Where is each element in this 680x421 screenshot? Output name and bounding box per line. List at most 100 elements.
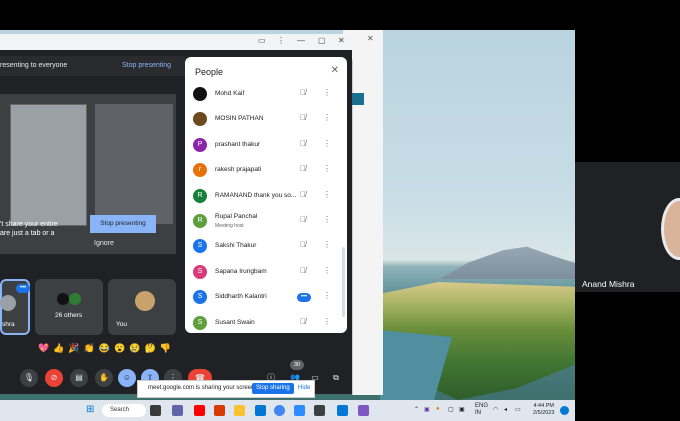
more-options-icon[interactable]: •••	[16, 284, 30, 293]
more-vert-icon[interactable]: ⋮	[323, 164, 331, 173]
share-warning-text: 't share your entire are just a tab or a	[0, 220, 58, 238]
more-vert-icon[interactable]: ⋮	[323, 190, 331, 199]
mic-off-icon: 🎙̸	[300, 113, 306, 123]
taskbar-search[interactable]: Search	[102, 404, 146, 417]
captions-icon[interactable]: ▤	[70, 369, 88, 387]
avatar	[135, 291, 155, 311]
person-name: Sakshi Thakur	[215, 242, 257, 250]
background-window-close-icon[interactable]: ✕	[367, 34, 374, 43]
more-vert-icon[interactable]: ⋮	[323, 266, 331, 275]
app-icon[interactable]	[337, 405, 348, 416]
avatar	[69, 293, 81, 305]
people-list-item[interactable]: Pprashant thakur 🎙̸ ⋮	[193, 134, 341, 158]
shared-screen-window-2	[95, 104, 173, 224]
self-tile[interactable]: ••• shra	[0, 279, 30, 335]
more-vert-icon[interactable]: ⋮	[323, 88, 331, 97]
more-vert-icon[interactable]: ⋮	[323, 113, 331, 122]
tray-app-icon-2[interactable]: ●	[436, 406, 440, 412]
cast-icon[interactable]: ▭	[258, 36, 266, 45]
more-vert-icon[interactable]: ⋮	[323, 139, 331, 148]
chrome-icon[interactable]	[274, 405, 285, 416]
avatar	[0, 295, 16, 311]
people-list-item[interactable]: MOSIN PATHAN 🎙̸ ⋮	[193, 108, 341, 132]
hand-icon[interactable]: ✋	[95, 369, 113, 387]
avatar: P	[193, 137, 207, 152]
people-list-item[interactable]: S Siddharth Kalantri ••• ⋮	[193, 286, 341, 310]
avatar: S	[193, 239, 207, 254]
window-close-icon[interactable]: ✕	[338, 36, 345, 45]
volume-icon[interactable]: ◂	[504, 406, 507, 413]
tray-app-icon-3[interactable]: ▢	[448, 406, 454, 413]
stop-sharing-button[interactable]: Stop sharing	[252, 383, 294, 394]
language-indicator[interactable]: ENG IN	[475, 403, 489, 417]
people-list-item[interactable]: S Susant Swain 🎙̸ ⋮	[193, 312, 341, 336]
avatar: S	[193, 264, 207, 279]
others-tile[interactable]: 26 others	[35, 279, 103, 335]
person-name: Siddharth Kalantri	[215, 293, 267, 301]
background-window-button[interactable]	[350, 93, 364, 105]
people-list-item[interactable]: S Sakshi Thakur 🎙̸ ⋮	[193, 235, 341, 259]
edge-icon[interactable]	[255, 405, 266, 416]
battery-icon[interactable]: ▭	[515, 406, 521, 413]
mic-off-icon: 🎙̸	[300, 88, 306, 97]
activities-icon[interactable]: ⧉	[327, 369, 345, 387]
teams-icon[interactable]	[172, 405, 183, 416]
tray-chevron-icon[interactable]: ⌃	[414, 406, 419, 413]
person-name: Rupal Panchal	[215, 213, 258, 220]
avatar: R	[193, 214, 207, 228]
minimize-icon[interactable]: —	[297, 36, 305, 45]
background-window[interactable]	[352, 30, 383, 395]
more-vert-icon[interactable]: ⋮	[277, 36, 285, 45]
tray-app-icon-4[interactable]: ▣	[459, 406, 465, 413]
person-name: rakesh prajapati	[215, 166, 262, 174]
person-name: MOSIN PATHAN	[215, 115, 264, 123]
presenting-text: resenting to everyone	[0, 62, 68, 69]
stop-presenting-link[interactable]: Stop presenting	[122, 62, 171, 69]
app-icon-2[interactable]	[358, 405, 369, 416]
wifi-icon[interactable]: ◠	[493, 406, 498, 413]
more-vert-icon[interactable]: ⋮	[323, 215, 331, 224]
emoji-icon[interactable]: ☺	[118, 369, 136, 387]
person-name: Mohd Kaif	[215, 90, 245, 97]
people-panel: People ✕ Mohd Kaif 🎙̸ ⋮ MOSIN PATHAN 🎙̸ ⋮ Ppra…	[185, 57, 347, 333]
zoom-icon[interactable]	[294, 405, 305, 416]
reactions-bar[interactable]: 💖👍🎉👏😂😮😢🤔👎	[38, 343, 175, 354]
clock[interactable]: 4:44 PM 2/5/2023	[533, 403, 554, 417]
more-vert-icon[interactable]: ⋮	[323, 240, 331, 249]
people-list-item[interactable]: Mohd Kaif 🎙̸ ⋮	[193, 83, 341, 107]
people-list-item[interactable]: S Sapana Irungbam 🎙̸ ⋮	[193, 261, 341, 285]
camera-app-icon[interactable]	[314, 405, 325, 416]
people-scrollbar[interactable]	[342, 247, 345, 317]
camera-off-icon[interactable]: ⊘	[45, 369, 63, 387]
tray-app-icon[interactable]: ▣	[424, 406, 430, 413]
you-tile[interactable]: You	[108, 279, 176, 335]
mic-icon[interactable]: 🎙	[20, 369, 38, 387]
youtube-icon[interactable]	[194, 405, 205, 416]
meet-titlebar: ▭ ⋮ — ▢ ✕	[0, 34, 352, 50]
screen-share-notice: meet.google.com is sharing your screen. …	[137, 380, 315, 398]
more-vert-icon[interactable]: ⋮	[323, 291, 331, 300]
people-list-item[interactable]: R Rupal Panchal Meeting host 🎙̸ ⋮	[193, 210, 341, 234]
office-icon[interactable]	[214, 405, 225, 416]
clock-time: 4:44 PM	[533, 403, 554, 409]
ignore-link[interactable]: Ignore	[94, 240, 114, 247]
share-warning-line2: are just a tab or a	[0, 230, 55, 237]
task-view-icon[interactable]	[150, 405, 161, 416]
close-icon[interactable]: ✕	[331, 65, 339, 76]
more-vert-icon[interactable]: ⋮	[323, 317, 331, 326]
file-explorer-icon[interactable]	[234, 405, 245, 416]
mic-off-icon: 🎙̸	[300, 240, 306, 250]
start-icon[interactable]: ⊞	[86, 404, 94, 415]
avatar: R	[193, 188, 207, 203]
notification-icon[interactable]	[560, 406, 569, 415]
screen: ✕ ▭ ⋮ — ▢ ✕ resenting to everyone Stop p…	[0, 0, 680, 421]
people-list-item[interactable]: R RAMANAND thank you so... 🎙̸ ⋮	[193, 185, 341, 209]
maximize-icon[interactable]: ▢	[318, 36, 326, 45]
tile-others-label: 26 others	[55, 312, 83, 319]
clock-date: 2/5/2023	[533, 410, 555, 416]
stop-presenting-button[interactable]: Stop presenting	[90, 215, 156, 233]
avatar: r	[193, 163, 207, 178]
hide-link[interactable]: Hide	[298, 385, 310, 391]
people-list-item[interactable]: r rakesh prajapati 🎙̸ ⋮	[193, 159, 341, 183]
tile-self-label: shra	[2, 321, 15, 328]
